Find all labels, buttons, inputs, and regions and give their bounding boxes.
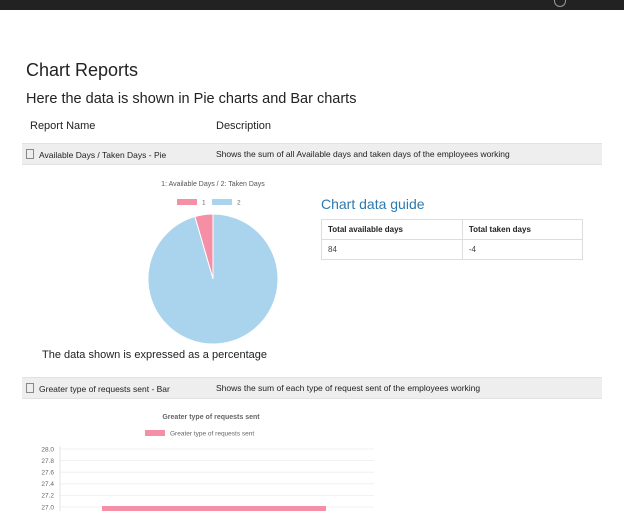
column-header-description: Description bbox=[216, 120, 272, 132]
y-tick-label: 27.0 bbox=[41, 504, 54, 511]
table-row: 84 -4 bbox=[321, 239, 584, 260]
report-name: Available Days / Taken Days - Pie bbox=[39, 150, 167, 160]
bar-0[interactable] bbox=[102, 506, 326, 511]
report-row-bar[interactable]: Greater type of requests sent - Bar Show… bbox=[22, 377, 602, 399]
pie-note: The data shown is expressed as a percent… bbox=[42, 349, 268, 361]
y-tick-label: 28.0 bbox=[41, 446, 54, 453]
page-subtitle: Here the data is shown in Pie charts and… bbox=[26, 91, 357, 107]
pie-slice-2[interactable] bbox=[147, 213, 279, 345]
pie-chart-slices bbox=[147, 213, 279, 345]
header-total-available: Total available days bbox=[321, 219, 463, 240]
bar-chart-bars bbox=[102, 506, 326, 511]
value-total-available: 84 bbox=[321, 239, 463, 260]
pie-chart: 1: Available Days / 2: Taken Days 12 bbox=[147, 181, 279, 345]
chart-guide-title: Chart data guide bbox=[321, 196, 425, 212]
bar-legend-label[interactable]: Greater type of requests sent bbox=[170, 431, 254, 438]
user-icon[interactable] bbox=[554, 0, 566, 7]
bar-chart-title: Greater type of requests sent bbox=[162, 414, 260, 421]
pie-legend-swatch-2[interactable] bbox=[212, 199, 232, 205]
bar-chart-axis: 28.0 27.8 27.6 27.4 27.2 27.0 bbox=[41, 446, 374, 511]
top-navbar bbox=[0, 0, 624, 10]
header-total-taken: Total taken days bbox=[461, 219, 584, 240]
pie-legend-label-2[interactable]: 2 bbox=[237, 200, 241, 207]
y-tick-label: 27.8 bbox=[41, 458, 54, 465]
pie-chart-legend[interactable]: 12 bbox=[177, 199, 241, 207]
chart-guide-table: Total available days Total taken days 84… bbox=[321, 219, 584, 260]
expand-checkbox-icon[interactable] bbox=[26, 383, 34, 393]
bar-legend-swatch[interactable] bbox=[145, 430, 165, 436]
expand-checkbox-icon[interactable] bbox=[26, 149, 34, 159]
pie-legend-label-1[interactable]: 1 bbox=[202, 200, 206, 207]
y-tick-label: 27.2 bbox=[41, 493, 54, 500]
report-name: Greater type of requests sent - Bar bbox=[39, 384, 170, 394]
bar-chart: Greater type of requests sent Greater ty… bbox=[41, 414, 374, 511]
column-header-report-name: Report Name bbox=[30, 120, 96, 132]
pie-chart-title: 1: Available Days / 2: Taken Days bbox=[161, 181, 265, 188]
page-title: Chart Reports bbox=[26, 60, 139, 80]
table-header-row: Total available days Total taken days bbox=[321, 219, 584, 240]
report-description: Shows the sum of all Available days and … bbox=[216, 149, 510, 159]
y-tick-label: 27.4 bbox=[41, 481, 54, 488]
value-total-taken: -4 bbox=[461, 239, 584, 260]
report-description: Shows the sum of each type of request se… bbox=[216, 383, 481, 393]
report-row-pie[interactable]: Available Days / Taken Days - Pie Shows … bbox=[22, 143, 602, 165]
pie-legend-swatch-1[interactable] bbox=[177, 199, 197, 205]
y-tick-label: 27.6 bbox=[41, 470, 54, 477]
